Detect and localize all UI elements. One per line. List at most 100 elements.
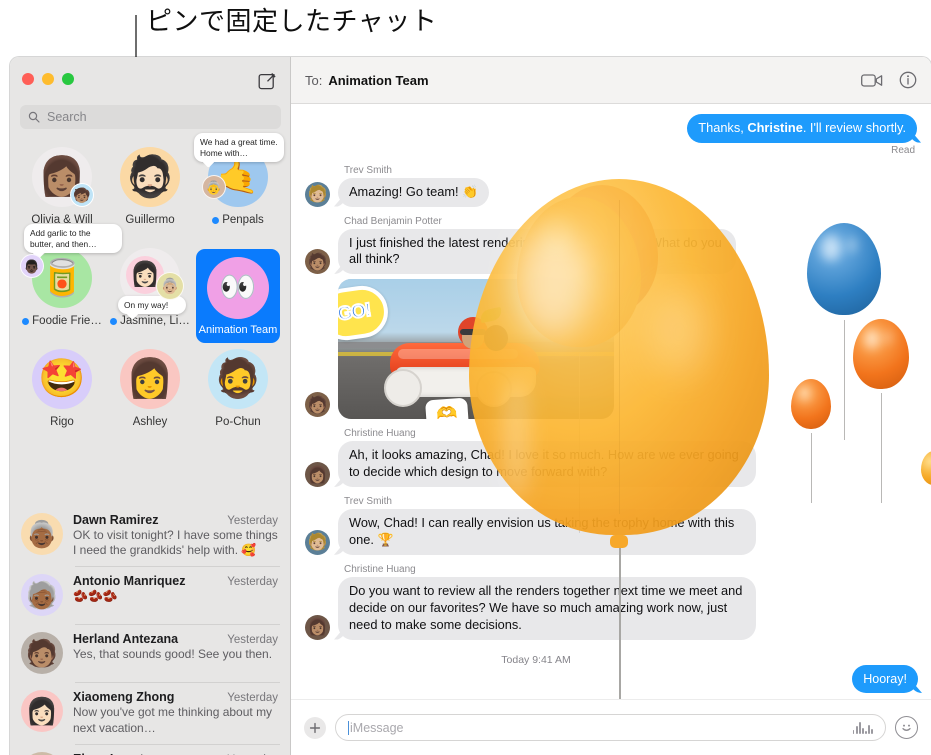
avatar: 🧑🏽 xyxy=(305,392,330,418)
zoom-button[interactable] xyxy=(62,73,74,85)
sushi-car-image-attachment[interactable]: GO! Z 🫶 xyxy=(338,279,614,420)
list-item[interactable]: 👩🏻 Xiaomeng Zhong Yesterday Now you've g… xyxy=(10,682,290,743)
thread-timestamp: Today 9:41 AM xyxy=(501,653,571,666)
messages-window: Search 👩🏽 🧒🏽 Olivia & Will 🧔🏻 Guillermo … xyxy=(10,57,931,755)
message-incoming: Trev Smith 🧑🏼 Wow, Chad! I can really en… xyxy=(291,496,931,555)
pinned-chat-label: Jasmine, Li… xyxy=(110,315,190,327)
message-outgoing-hooray: Hooray! xyxy=(852,664,918,693)
info-icon[interactable] xyxy=(899,71,917,89)
message-bubble: Thanks, Christine. I'll review shortly. xyxy=(687,114,917,143)
conversation-list: 👵🏾 Dawn Ramirez Yesterday OK to visit to… xyxy=(10,505,290,755)
memoji-glyph: 🧔 xyxy=(214,358,262,400)
pinned-chat-animation-team[interactable]: 👀 Animation Team xyxy=(196,249,280,343)
pinned-chat-jasmine[interactable]: 👩🏻 👵🏼 On my way! Jasmine, Li… xyxy=(106,246,194,347)
pinned-chat-label: Penpals xyxy=(212,214,264,226)
message-thread-pane: To: Animation Team Thanks, Christine. I'… xyxy=(291,57,931,755)
pinned-row-3: 🤩 Rigo 👩 Ashley 🧔 Po-Chun xyxy=(18,347,283,448)
text-caret xyxy=(348,720,349,735)
plus-icon[interactable] xyxy=(304,716,326,739)
avatar: 👩🏽 xyxy=(305,614,330,640)
video-camera-icon[interactable] xyxy=(861,73,883,88)
pinned-chat-label: Rigo xyxy=(50,416,74,428)
pinned-chat-foodie-friends[interactable]: 🥫 👨🏿 Add garlic to the butter, and then…… xyxy=(18,224,122,347)
conversation-preview: Yes, that sounds good! See you then. xyxy=(73,647,273,662)
messages-scroll-area[interactable]: Thanks, Christine. I'll review shortly. … xyxy=(291,104,931,699)
close-button[interactable] xyxy=(22,73,34,85)
conversation-time: Yesterday xyxy=(227,692,278,705)
audio-waveform-icon[interactable] xyxy=(852,721,873,734)
unread-dot xyxy=(22,317,30,325)
message-incoming: Trev Smith 🧑🏼 Amazing! Go team! 👏 xyxy=(291,165,931,207)
avatar: 👩🏻 👵🏼 On my way! xyxy=(118,248,186,314)
compose-icon[interactable] xyxy=(256,70,278,92)
conversation-name: Xiaomeng Zhong xyxy=(73,690,175,705)
avatar: 👵🏾 xyxy=(21,513,63,555)
list-item[interactable]: 🧓🏾 Antonio Manriquez Yesterday 🫘🫘🫘 xyxy=(10,566,290,624)
pinned-chat-label: Ashley xyxy=(132,416,168,428)
list-item[interactable]: 🧑🏽 Herland Antezana Yesterday Yes, that … xyxy=(10,624,290,682)
avatar: 🧔🏻 xyxy=(120,147,180,207)
avatar: 🧑🏽 xyxy=(305,249,330,275)
avatar-secondary: 🧒🏽 xyxy=(70,183,94,207)
conversation-time: Yesterday xyxy=(227,576,278,589)
pinned-chat-label: Guillermo xyxy=(125,214,175,226)
avatar-secondary: 👨🏿 xyxy=(20,254,44,278)
avatar: 🧔 xyxy=(208,349,268,409)
list-item[interactable]: 👩 Elena Lanot Yesterday Hi! Just checkin… xyxy=(10,743,290,755)
thread-recipient[interactable]: Animation Team xyxy=(328,73,428,88)
minimize-button[interactable] xyxy=(42,73,54,85)
message-placeholder: iMessage xyxy=(350,720,404,735)
avatar: 👩🏽 🧒🏽 xyxy=(32,147,94,207)
avatar: 👩🏻 xyxy=(21,690,63,733)
search-input[interactable]: Search xyxy=(20,105,281,129)
avatar: 🧑🏼 xyxy=(305,529,330,555)
message-sender: Trev Smith xyxy=(344,496,392,508)
pinned-chat-rigo[interactable]: 🤩 Rigo xyxy=(18,347,106,448)
message-bubble: Hooray! xyxy=(852,664,918,693)
message-sender: Trev Smith xyxy=(344,164,392,176)
message-text-prefix: Thanks, xyxy=(698,120,748,135)
unread-dot xyxy=(110,317,118,325)
message-bubble: Wow, Chad! I can really envision us taki… xyxy=(338,509,756,555)
pinned-chat-penpals[interactable]: 🤙 👵 We had a great time. Home with… Penp… xyxy=(194,133,284,246)
message-incoming: Christine Huang 👩🏽 Do you want to review… xyxy=(291,564,931,640)
message-composer: iMessage xyxy=(291,699,931,755)
avatar: 👩🏽 xyxy=(305,462,330,488)
message-bubble: I just finished the latest renderings fo… xyxy=(338,228,736,275)
search-placeholder: Search xyxy=(47,110,87,124)
pinned-row-2: 🥫 👨🏿 Add garlic to the butter, and then…… xyxy=(18,224,283,347)
conversation-time: Yesterday xyxy=(227,515,278,527)
avatar: 👀 xyxy=(207,257,269,319)
memoji-glyph: 👀 xyxy=(219,271,257,304)
avatar: 🤩 xyxy=(32,349,92,409)
message-outgoing: Thanks, Christine. I'll review shortly. xyxy=(291,114,931,143)
pinned-chat-po-chun[interactable]: 🧔 Po-Chun xyxy=(194,347,282,448)
avatar: 🧑🏽 xyxy=(21,632,63,675)
message-input[interactable]: iMessage xyxy=(335,714,886,741)
message-bubble: Do you want to review all the renders to… xyxy=(338,576,756,640)
message-incoming: Chad Benjamin Potter 🧑🏽 I just finished … xyxy=(291,216,931,275)
smiley-icon[interactable] xyxy=(895,716,918,739)
memoji-glyph: 🧔🏻 xyxy=(125,155,175,199)
memoji-glyph: 🥫 xyxy=(39,257,85,298)
message-text-suffix: . I'll review shortly. xyxy=(802,120,906,135)
pinned-chat-label: Po-Chun xyxy=(215,416,261,428)
conversation-preview: OK to visit tonight? I have some things … xyxy=(73,528,278,558)
conversation-name: Antonio Manriquez xyxy=(73,574,186,589)
avatar-secondary: 👵 xyxy=(202,175,226,199)
message-sender: Chad Benjamin Potter xyxy=(344,215,442,227)
conversation-name: Dawn Ramirez xyxy=(73,513,159,527)
pinned-preview-bubble: Add garlic to the butter, and then… xyxy=(24,224,122,253)
pinned-chat-label: Animation Team xyxy=(198,324,278,336)
sticker-heart-hands: 🫶 xyxy=(425,397,469,420)
list-item[interactable]: 👵🏾 Dawn Ramirez Yesterday OK to visit to… xyxy=(10,505,290,566)
memoji-glyph: 🤩 xyxy=(38,358,86,400)
pinned-chat-label: Foodie Frie… xyxy=(22,315,102,327)
pinned-chats-grid: 👩🏽 🧒🏽 Olivia & Will 🧔🏻 Guillermo 🤙 👵 We … xyxy=(18,133,284,448)
pinned-chat-ashley[interactable]: 👩 Ashley xyxy=(106,347,194,448)
conversation-preview: Now you've got me thinking about my next… xyxy=(73,705,273,735)
avatar: 🧑🏼 xyxy=(305,181,330,207)
conversation-name: Herland Antezana xyxy=(73,632,179,647)
to-label: To: xyxy=(305,72,323,88)
avatar: 🧓🏾 xyxy=(21,574,63,617)
